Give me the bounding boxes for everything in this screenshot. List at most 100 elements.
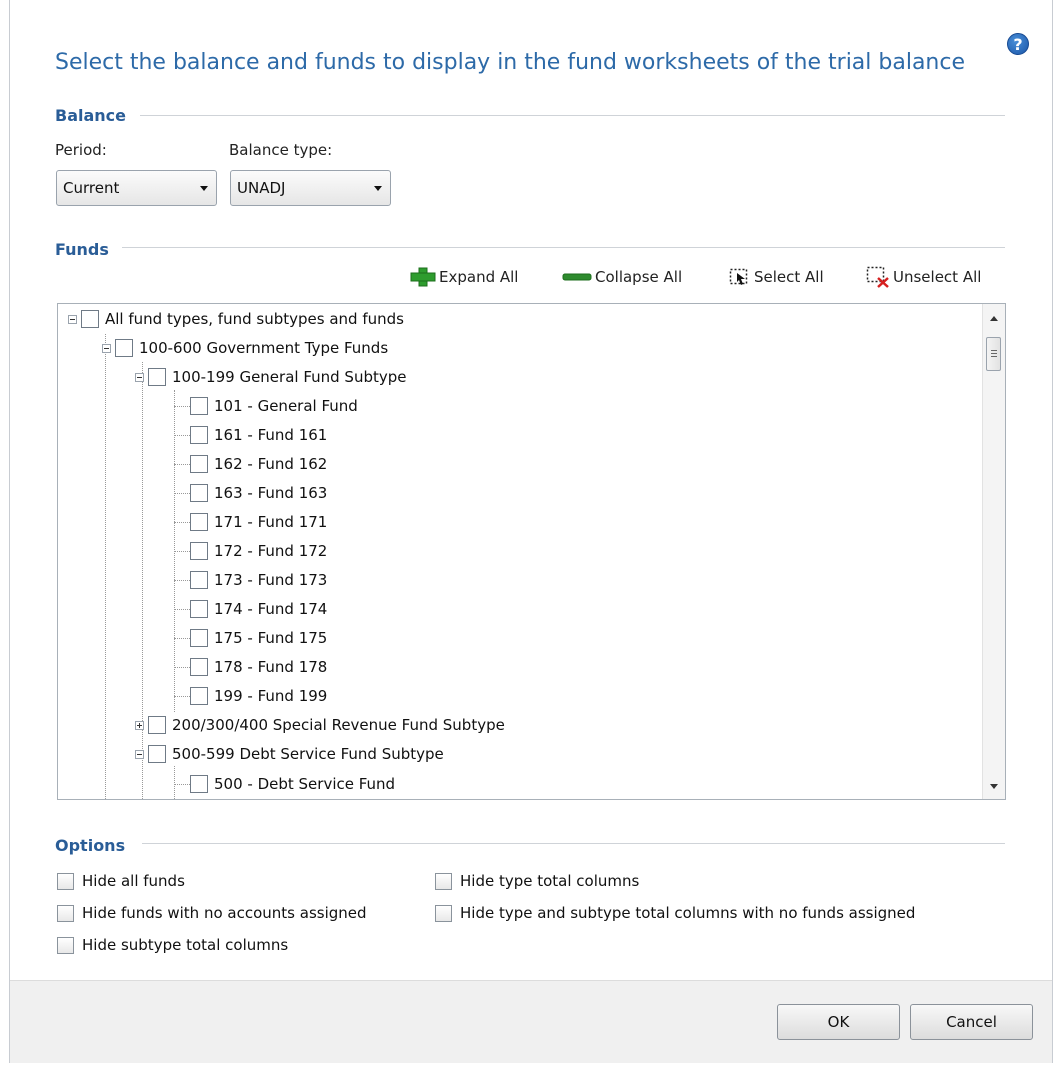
ok-button[interactable]: OK	[777, 1004, 900, 1040]
tree-checkbox[interactable]	[190, 513, 208, 531]
tree-row[interactable]: 199 - Fund 199	[190, 684, 327, 708]
tree-row[interactable]: 174 - Fund 174	[190, 597, 327, 621]
tree-row-label: 178 - Fund 178	[214, 658, 328, 676]
tree-line	[174, 580, 190, 581]
tree-row-label: 163 - Fund 163	[214, 484, 328, 502]
tree-row[interactable]: 172 - Fund 172	[190, 539, 327, 563]
unselect-all-label: Unselect All	[893, 268, 982, 286]
tree-row-label: 500-599 Debt Service Fund Subtype	[172, 745, 444, 763]
tree-checkbox[interactable]	[190, 397, 208, 415]
tree-row-label: All fund types, fund subtypes and funds	[105, 310, 404, 328]
hide-subtype-totals-checkbox[interactable]	[57, 936, 74, 954]
tree-line	[174, 766, 175, 799]
dialog-title: Select the balance and funds to display …	[55, 50, 966, 75]
funds-tree[interactable]: All fund types, fund subtypes and funds …	[57, 303, 1006, 800]
tree-row[interactable]: 175 - Fund 175	[190, 626, 327, 650]
hide-subtype-totals-option[interactable]: Hide subtype total columns	[57, 936, 288, 954]
tree-row-label: 174 - Fund 174	[214, 600, 328, 618]
tree-checkbox[interactable]	[148, 716, 166, 734]
plus-icon	[410, 267, 436, 287]
tree-checkbox[interactable]	[190, 455, 208, 473]
tree-checkbox[interactable]	[190, 658, 208, 676]
scroll-thumb[interactable]	[986, 337, 1001, 371]
tree-checkbox[interactable]	[148, 368, 166, 386]
hide-type-subtype-no-funds-option[interactable]: Hide type and subtype total columns with…	[435, 904, 915, 922]
balance-type-label: Balance type:	[229, 141, 333, 159]
hide-type-subtype-no-funds-label: Hide type and subtype total columns with…	[460, 904, 916, 922]
tree-line	[174, 551, 190, 552]
tree-checkbox[interactable]	[190, 687, 208, 705]
tree-checkbox[interactable]	[190, 542, 208, 560]
tree-row-label: 175 - Fund 175	[214, 629, 328, 647]
tree-checkbox[interactable]	[190, 426, 208, 444]
hide-all-funds-option[interactable]: Hide all funds	[57, 872, 185, 890]
tree-checkbox[interactable]	[190, 775, 208, 793]
tree-row-label: 173 - Fund 173	[214, 571, 328, 589]
funds-section-header: Funds	[55, 240, 109, 259]
tree-row-label: 162 - Fund 162	[214, 455, 328, 473]
tree-row[interactable]: 500-599 Debt Service Fund Subtype	[135, 742, 444, 766]
expand-node-icon[interactable]	[135, 720, 144, 730]
tree-line	[174, 522, 190, 523]
tree-line	[174, 638, 190, 639]
collapse-node-icon[interactable]	[102, 343, 111, 353]
options-section-header: Options	[55, 836, 126, 855]
tree-checkbox[interactable]	[148, 745, 166, 763]
tree-row[interactable]: 178 - Fund 178	[190, 655, 327, 679]
tree-row-label: 101 - General Fund	[214, 397, 358, 415]
collapse-all-label: Collapse All	[595, 268, 683, 286]
period-dropdown[interactable]: Current	[56, 170, 217, 206]
tree-row[interactable]: 100-600 Government Type Funds	[102, 336, 388, 360]
collapse-node-icon[interactable]	[68, 314, 77, 324]
hide-type-subtype-no-funds-checkbox[interactable]	[435, 904, 452, 922]
period-label: Period:	[55, 141, 107, 159]
chevron-down-icon	[200, 186, 208, 191]
tree-line	[174, 667, 190, 668]
collapse-node-icon[interactable]	[135, 372, 144, 382]
tree-checkbox[interactable]	[81, 310, 99, 328]
tree-row[interactable]: 171 - Fund 171	[190, 510, 327, 534]
expand-all-label: Expand All	[439, 268, 519, 286]
select-all-button[interactable]: Select All	[729, 265, 824, 289]
tree-row-label: 171 - Fund 171	[214, 513, 328, 531]
collapse-all-button[interactable]: Collapse All	[562, 265, 682, 289]
tree-checkbox[interactable]	[190, 600, 208, 618]
tree-row[interactable]: 162 - Fund 162	[190, 452, 327, 476]
scroll-up-arrow-icon[interactable]	[990, 316, 998, 321]
tree-line	[174, 464, 190, 465]
tree-checkbox[interactable]	[190, 629, 208, 647]
tree-row[interactable]: 500 - Debt Service Fund	[190, 772, 395, 796]
tree-row[interactable]: 173 - Fund 173	[190, 568, 327, 592]
tree-row[interactable]: 163 - Fund 163	[190, 481, 327, 505]
hide-funds-no-accounts-option[interactable]: Hide funds with no accounts assigned	[57, 904, 367, 922]
scroll-down-arrow-icon[interactable]	[990, 784, 998, 789]
tree-checkbox[interactable]	[190, 571, 208, 589]
fund-selection-dialog: ? Select the balance and funds to displa…	[0, 0, 1063, 1067]
cancel-button[interactable]: Cancel	[910, 1004, 1033, 1040]
balance-type-value: UNADJ	[237, 179, 286, 197]
hide-all-funds-checkbox[interactable]	[57, 872, 74, 890]
chevron-down-icon	[374, 186, 382, 191]
hide-funds-no-accounts-checkbox[interactable]	[57, 904, 74, 922]
tree-row[interactable]: 101 - General Fund	[190, 394, 358, 418]
unselect-all-button[interactable]: Unselect All	[866, 265, 981, 289]
tree-line	[174, 696, 190, 697]
tree-scrollbar[interactable]	[982, 304, 1005, 799]
tree-row[interactable]: 161 - Fund 161	[190, 423, 327, 447]
tree-checkbox[interactable]	[190, 484, 208, 502]
tree-row-label: 100-600 Government Type Funds	[139, 339, 389, 357]
select-all-label: Select All	[754, 268, 824, 286]
tree-row[interactable]: All fund types, fund subtypes and funds	[68, 307, 404, 331]
help-question-icon[interactable]: ?	[1007, 33, 1029, 55]
options-divider	[142, 843, 1005, 844]
hide-type-totals-checkbox[interactable]	[435, 872, 452, 890]
tree-row[interactable]: 200/300/400 Special Revenue Fund Subtype	[135, 713, 505, 737]
expand-all-button[interactable]: Expand All	[410, 265, 518, 289]
hide-type-totals-option[interactable]: Hide type total columns	[435, 872, 639, 890]
tree-checkbox[interactable]	[115, 339, 133, 357]
unselect-all-icon	[866, 266, 889, 288]
tree-line	[174, 406, 190, 407]
balance-type-dropdown[interactable]: UNADJ	[230, 170, 391, 206]
tree-row[interactable]: 100-199 General Fund Subtype	[135, 365, 407, 389]
collapse-node-icon[interactable]	[135, 749, 144, 759]
